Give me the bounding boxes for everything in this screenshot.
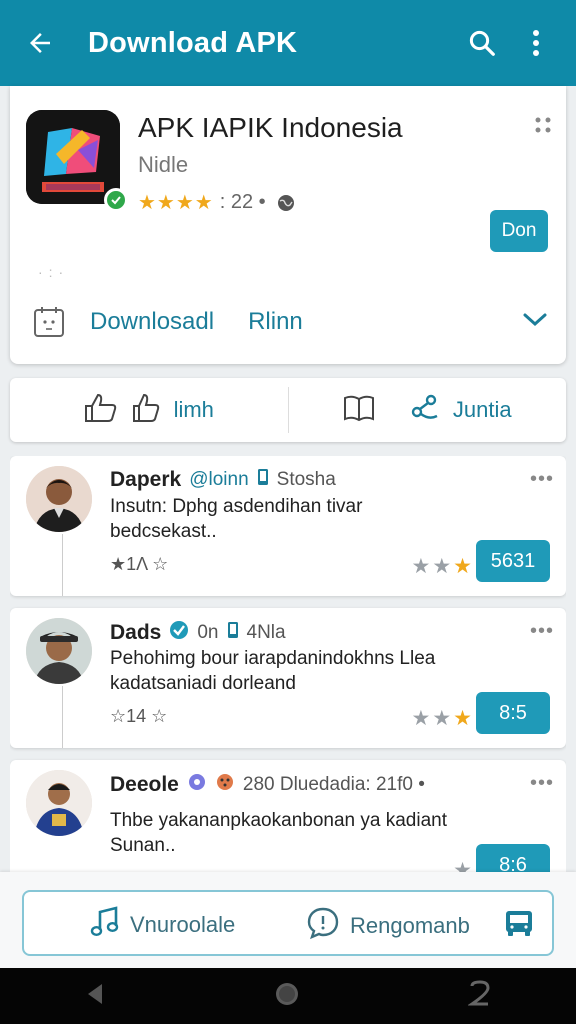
recents-icon[interactable] (467, 979, 492, 1013)
search-icon[interactable] (462, 23, 502, 63)
review-likes[interactable]: ★1Λ ☆ (110, 554, 168, 575)
globe-icon (276, 193, 296, 213)
home-circle-icon[interactable] (273, 980, 301, 1013)
like-label: limh (173, 397, 214, 422)
divider (62, 686, 63, 748)
chat-bubble-icon (306, 906, 340, 946)
divider: ·:· (38, 264, 70, 280)
reviews-list: Daperk @loinn Stosha Insutn: Dphg asdend… (10, 456, 566, 872)
bottom-nav-bar: Vnuroolale Rengomanb (0, 872, 576, 968)
reaction-icon (215, 772, 235, 798)
rating-stars: ★★★★ (138, 192, 214, 214)
score-badge[interactable]: 8:6 (476, 844, 550, 872)
app-bar: Download APK (0, 0, 576, 86)
share-icon (411, 394, 439, 427)
app-name: APK IAPIK Indonesia (138, 112, 403, 143)
download-row[interactable]: Downlosadl Rlinn (32, 300, 548, 344)
app-info-card: APK IAPIK Indonesia Nidle ★★★★ : 22 • Do… (10, 86, 566, 364)
review-header: Deeole 280 Dluedadia: 21f0 • (110, 772, 425, 798)
page-title: Download APK (88, 26, 298, 59)
more-horiz-icon[interactable]: ••• (530, 468, 554, 491)
back-triangle-icon[interactable] (84, 982, 106, 1011)
review-meta: 4Nla (246, 622, 286, 643)
rating-count: : 22 • (219, 191, 266, 213)
thumbs-up-icon (84, 393, 118, 428)
review-meta: Stosha (276, 469, 336, 490)
review-meta: 280 Dluedadia: 21f0 • (242, 774, 425, 795)
like-action[interactable]: limh (10, 378, 288, 442)
avatar (26, 770, 92, 836)
device-icon (227, 621, 239, 645)
verified-icon (104, 188, 128, 212)
app-rating: ★★★★ : 22 • (138, 190, 296, 215)
app-logo-icon (26, 110, 128, 212)
review-header: Daperk @loinn Stosha (110, 468, 336, 492)
review-stars: ★ (453, 859, 474, 872)
bus-icon[interactable] (502, 906, 536, 945)
system-nav-bar (0, 968, 576, 1024)
score-badge[interactable]: 5631 (476, 540, 550, 582)
review-date: 0n (197, 622, 219, 643)
review-stars: ★★★ (411, 707, 474, 730)
more-vert-icon[interactable] (516, 23, 556, 63)
music-note-icon (90, 906, 120, 944)
avatar (26, 466, 92, 532)
reviewer-handle: @loinn (189, 469, 249, 490)
nav-label: Vnuroolale (130, 912, 236, 937)
reviewer-name: Deeole (110, 773, 179, 796)
review-card: Daperk @loinn Stosha Insutn: Dphg asdend… (10, 456, 566, 596)
review-text: Insutn: Dphg asdendihan tivar bedcsekast… (110, 496, 363, 542)
review-text: Thbe yakananpkaokanbonan ya kadiant Suna… (110, 810, 447, 856)
nav-item-music[interactable]: Vnuroolale (90, 906, 235, 944)
grid-dots-icon[interactable] (534, 116, 552, 139)
open-button[interactable]: Don (490, 210, 548, 252)
back-arrow-icon[interactable] (20, 23, 60, 63)
nav-item-messages[interactable]: Rengomanb (306, 906, 470, 946)
device-icon (257, 468, 269, 492)
review-stars: ★★★ (411, 555, 474, 578)
emoji-icon (187, 772, 207, 798)
app-developer: Nidle (138, 152, 189, 177)
more-horiz-icon[interactable]: ••• (530, 620, 554, 643)
reviewer-name: Dads (110, 621, 162, 644)
reviewer-name: Daperk (110, 468, 182, 491)
review-card: Dads 0n 4Nla Pehohimg bour iarapdanindok… (10, 608, 566, 748)
share-action[interactable]: Juntia (289, 378, 567, 442)
chevron-down-icon[interactable] (522, 312, 548, 333)
rlinn-label[interactable]: Rlinn (248, 308, 522, 336)
score-badge[interactable]: 8:5 (476, 692, 550, 734)
avatar (26, 618, 92, 684)
actions-bar: limh Juntia (10, 378, 566, 442)
verified-icon (169, 620, 189, 646)
book-icon (343, 394, 375, 427)
calendar-icon (32, 305, 66, 339)
divider (62, 534, 63, 596)
thumbs-up-outline-icon (132, 393, 160, 428)
review-card: Deeole 280 Dluedadia: 21f0 • Thbe yakana… (10, 760, 566, 872)
review-likes[interactable]: ☆14 ☆ (110, 706, 167, 727)
bottom-nav: Vnuroolale Rengomanb (22, 890, 554, 956)
download-label[interactable]: Downlosadl (90, 308, 214, 336)
nav-label: Rengomanb (350, 913, 470, 938)
review-header: Dads 0n 4Nla (110, 620, 286, 646)
more-horiz-icon[interactable]: ••• (530, 772, 554, 795)
share-label: Juntia (452, 397, 512, 422)
review-text: Pehohimg bour iarapdanindokhns Llea kada… (110, 648, 436, 694)
